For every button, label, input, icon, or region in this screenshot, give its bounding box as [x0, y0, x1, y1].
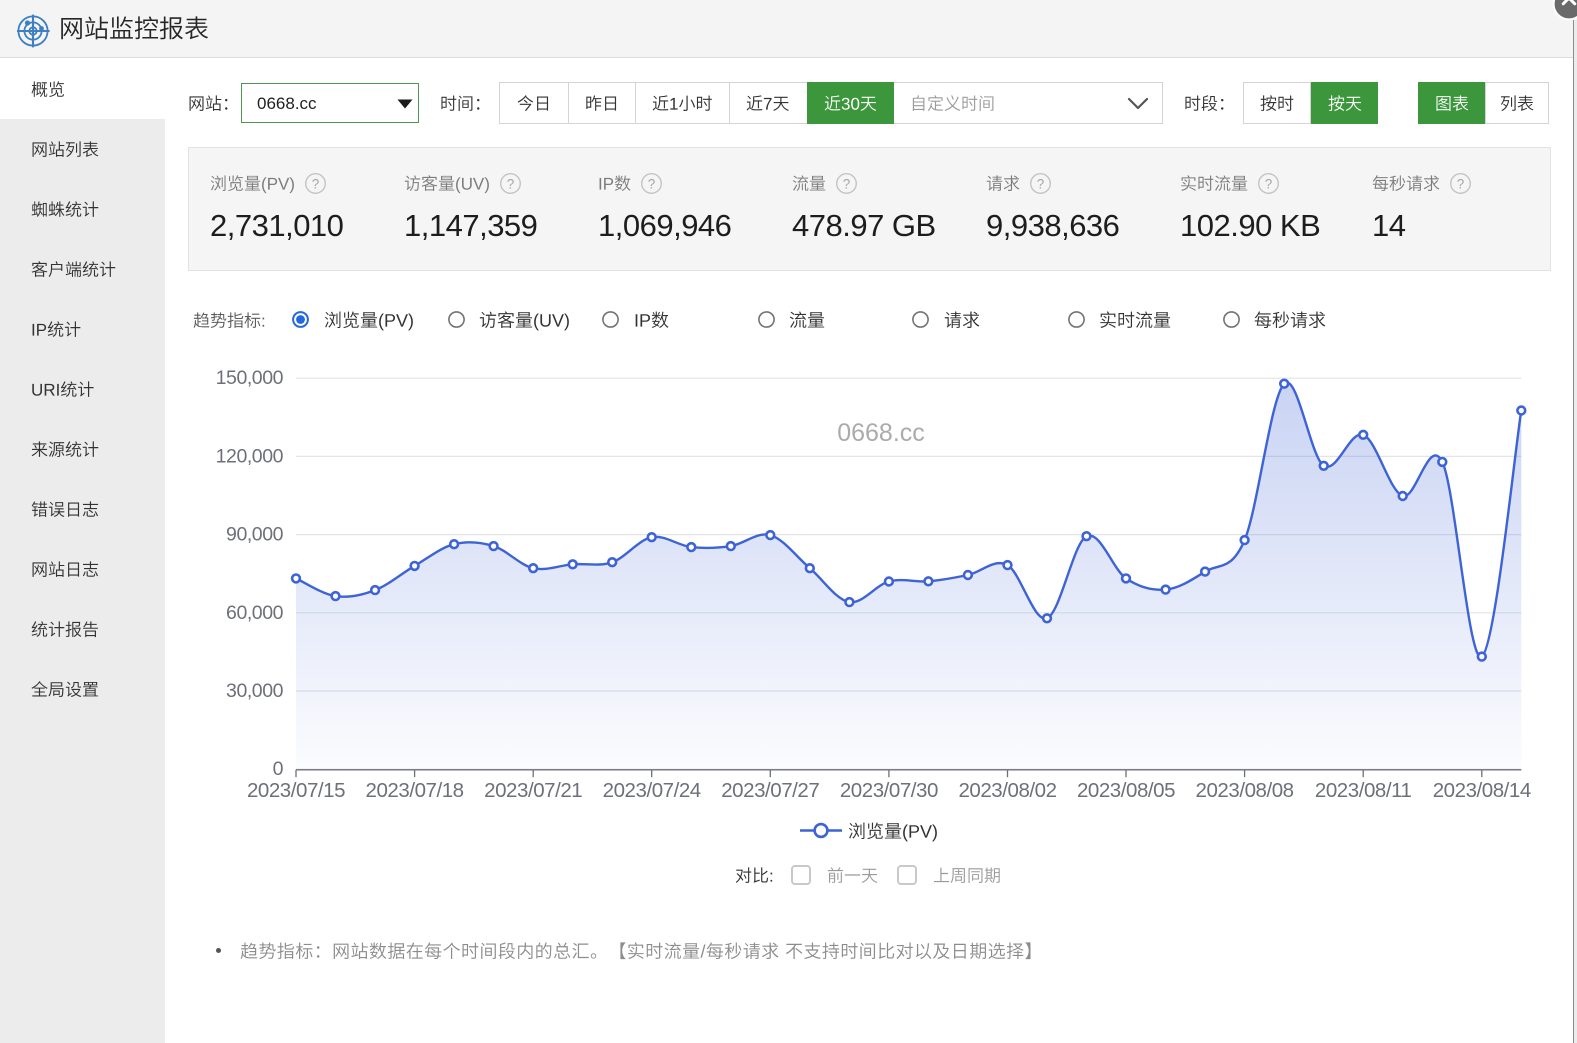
svg-text:2023/07/18: 2023/07/18: [366, 779, 464, 802]
svg-text:0: 0: [273, 758, 284, 780]
svg-text:90,000: 90,000: [226, 524, 284, 546]
svg-text:2023/07/30: 2023/07/30: [840, 779, 938, 802]
svg-text:?: ?: [1457, 176, 1465, 191]
svg-text:2023/07/21: 2023/07/21: [484, 779, 582, 802]
svg-text:2023/07/24: 2023/07/24: [603, 779, 701, 802]
svg-text:2023/07/15: 2023/07/15: [247, 779, 345, 802]
svg-text:2023/08/05: 2023/08/05: [1077, 779, 1175, 802]
svg-text:?: ?: [648, 176, 656, 191]
svg-text:60,000: 60,000: [226, 602, 284, 624]
svg-text:?: ?: [312, 176, 320, 191]
svg-text:30,000: 30,000: [226, 680, 284, 702]
svg-text:?: ?: [843, 176, 851, 191]
svg-text:?: ?: [1037, 176, 1045, 191]
svg-text:150,000: 150,000: [216, 367, 284, 389]
svg-text:120,000: 120,000: [216, 445, 284, 467]
svg-text:2023/08/08: 2023/08/08: [1196, 779, 1294, 802]
svg-text:?: ?: [507, 176, 515, 191]
svg-text:2023/07/27: 2023/07/27: [721, 779, 819, 802]
svg-text:?: ?: [1265, 176, 1273, 191]
svg-text:0668.cc: 0668.cc: [837, 419, 925, 447]
svg-text:2023/08/14: 2023/08/14: [1433, 779, 1531, 802]
svg-text:2023/08/11: 2023/08/11: [1315, 779, 1412, 802]
svg-text:2023/08/02: 2023/08/02: [958, 779, 1056, 802]
